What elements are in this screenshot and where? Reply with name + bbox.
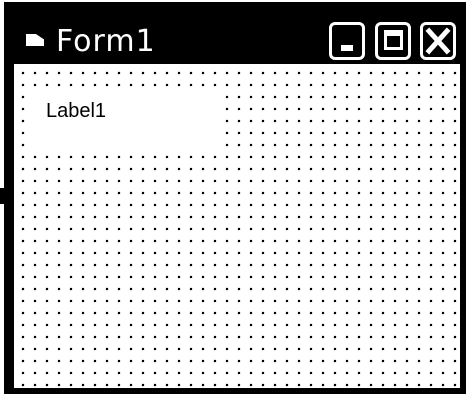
form-design-surface[interactable]: Label1 bbox=[14, 64, 460, 388]
form-window: Form1 Label1 bbox=[4, 2, 466, 394]
close-icon bbox=[425, 27, 451, 55]
title-bar[interactable]: Form1 bbox=[4, 2, 466, 64]
label1-control[interactable]: Label1 bbox=[30, 94, 220, 152]
close-button[interactable] bbox=[420, 22, 456, 60]
minimize-button[interactable] bbox=[329, 22, 365, 60]
maximize-icon bbox=[384, 30, 403, 50]
window-title: Form1 bbox=[56, 24, 156, 59]
maximize-button[interactable] bbox=[375, 22, 411, 60]
form-icon[interactable] bbox=[26, 34, 44, 46]
scan-artifact bbox=[0, 188, 6, 204]
minimize-icon bbox=[341, 45, 353, 51]
